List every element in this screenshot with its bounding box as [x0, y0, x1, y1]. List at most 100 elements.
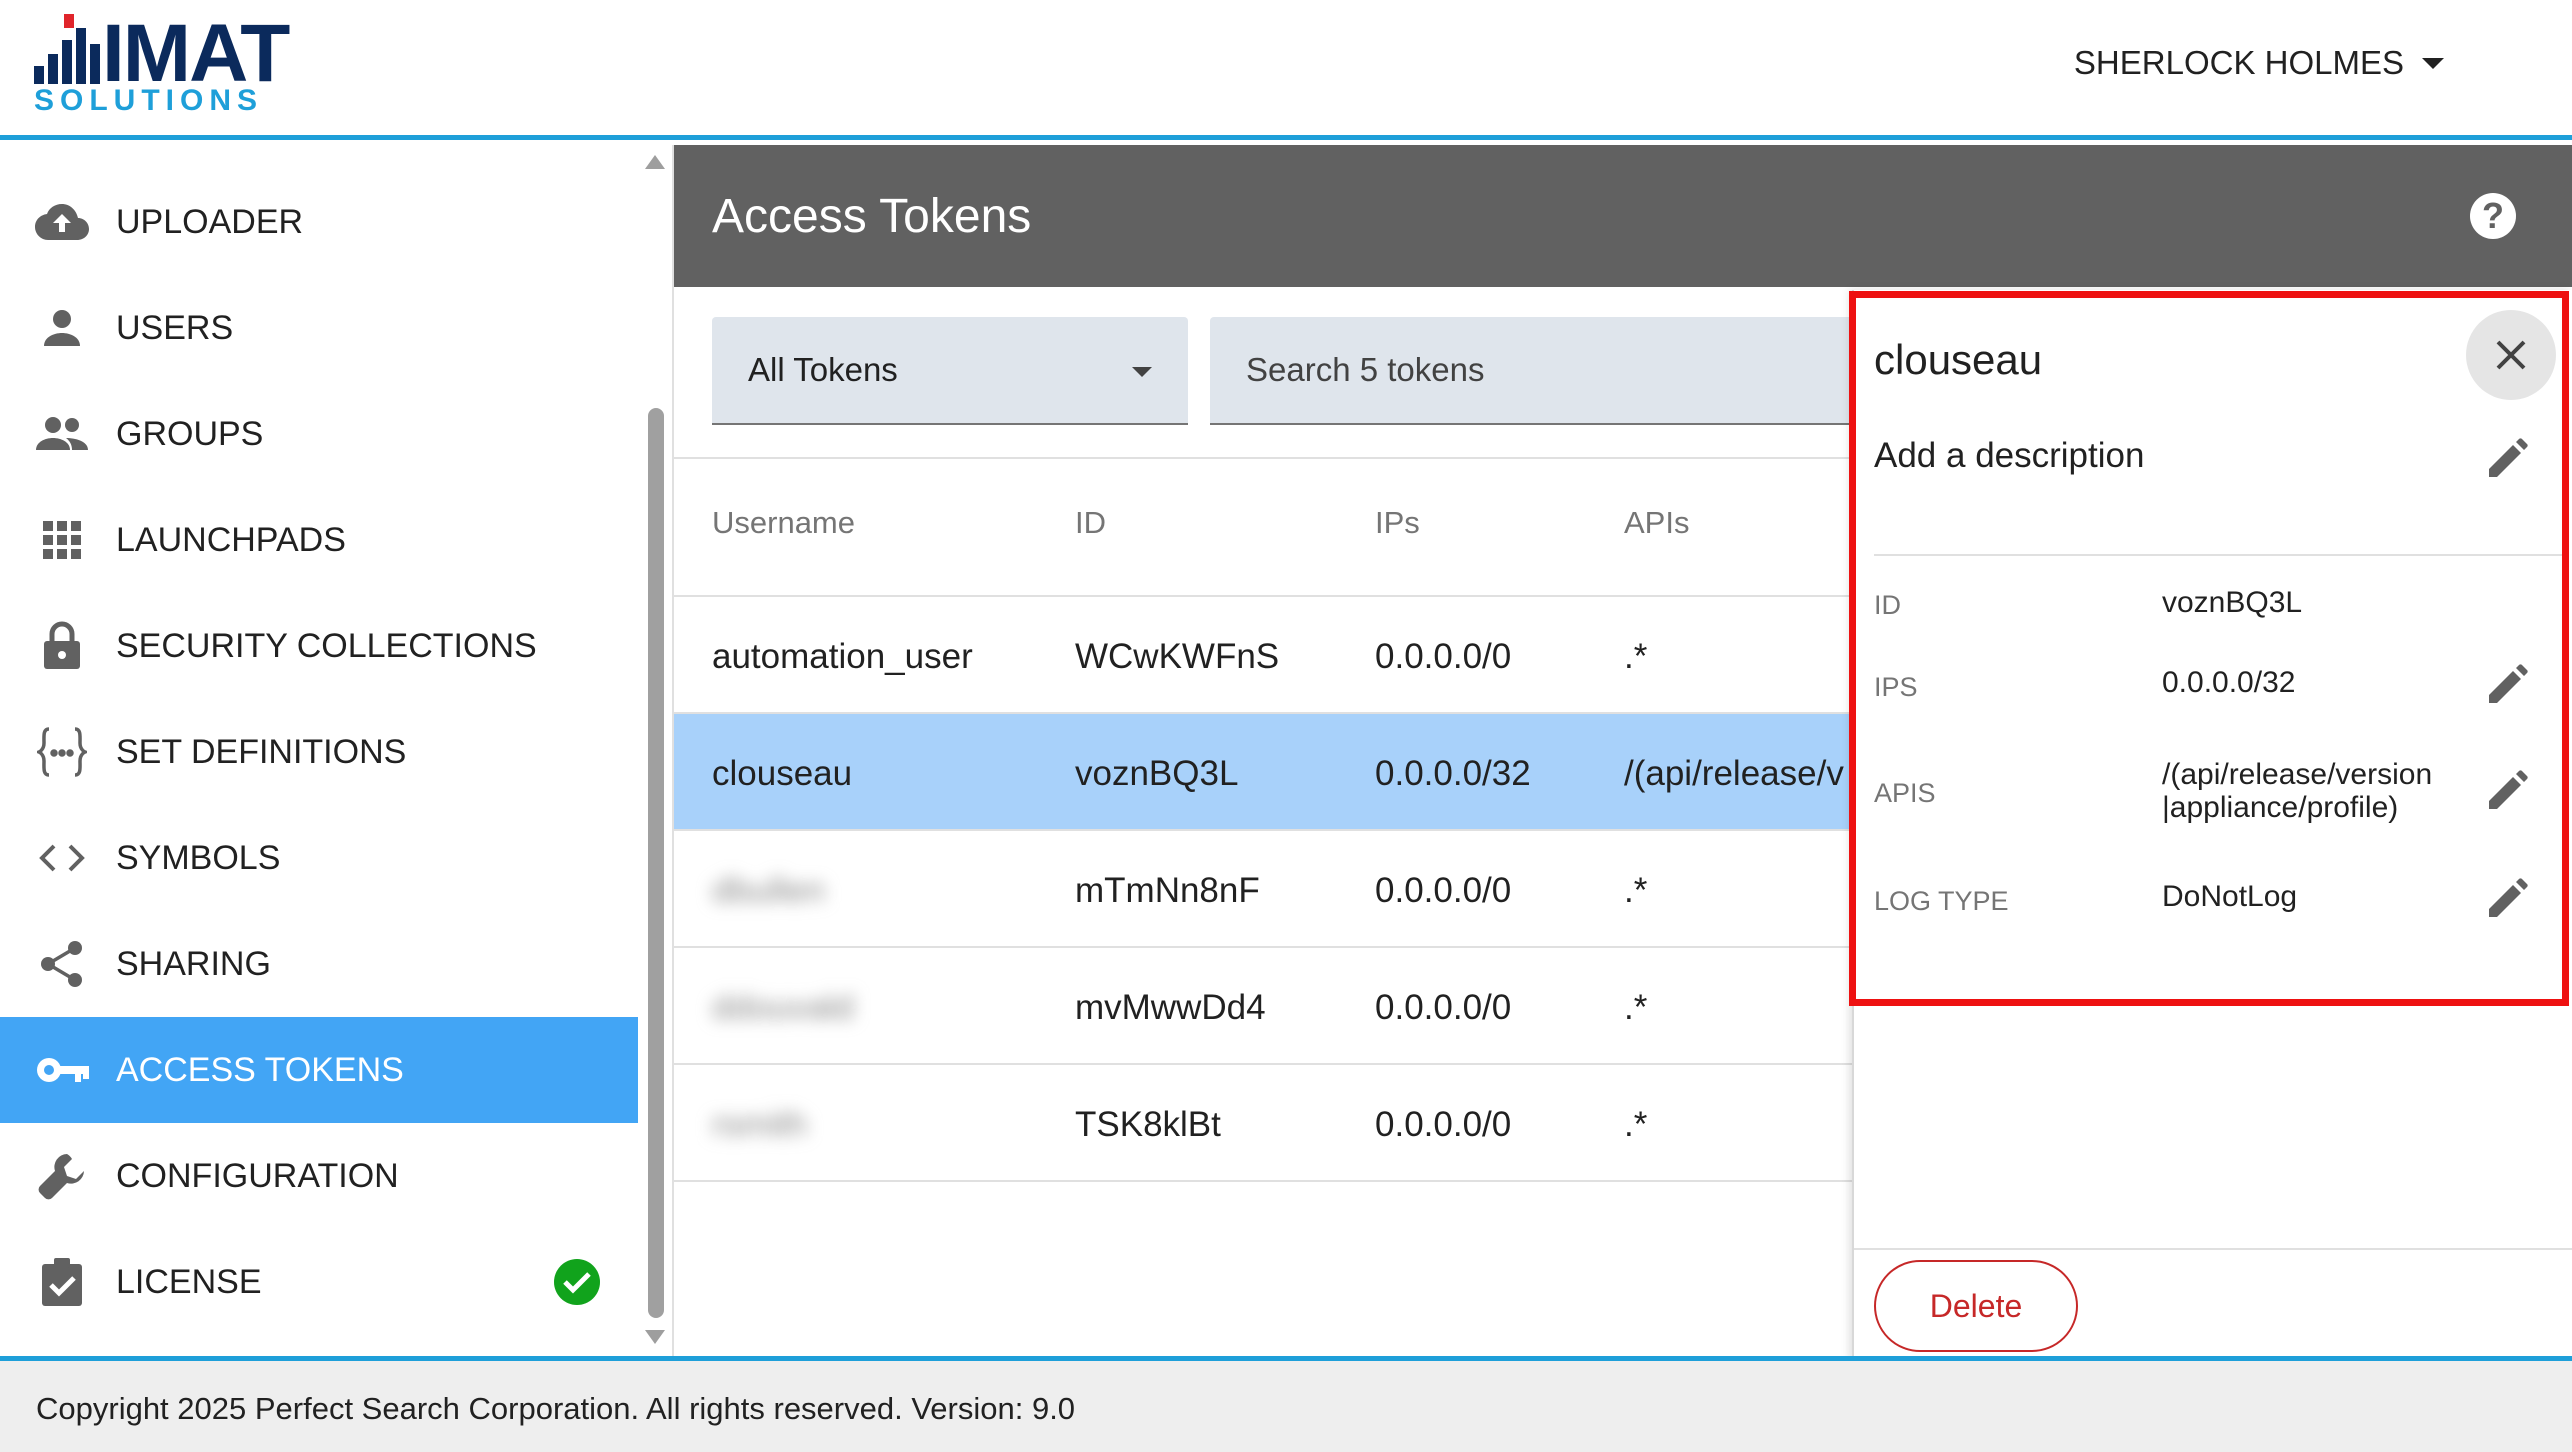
cell-ips: 0.0.0.0/0 [1375, 637, 1512, 676]
token-detail-panel: clouseau Add a description ID voznBQ3L I… [1852, 290, 2572, 1360]
sidebar-item-label: GROUPS [116, 414, 264, 453]
token-filter-select[interactable]: All Tokens [712, 317, 1188, 425]
page-title: Access Tokens [712, 190, 1032, 243]
braces-icon [34, 724, 90, 780]
cell-apis: .* [1624, 988, 1648, 1027]
scroll-down-arrow-icon[interactable] [645, 1330, 665, 1344]
cell-id: TSK8klBt [1075, 1105, 1221, 1144]
clipboard-check-icon [34, 1254, 90, 1310]
sidebar: UPLOADER USERS GROUPS LAUNCHPADS SECURIT… [0, 145, 672, 1360]
cell-ips: 0.0.0.0/32 [1375, 754, 1531, 793]
edit-ips-pencil-icon[interactable] [2484, 662, 2530, 708]
field-value-id: voznBQ3L [2162, 586, 2303, 619]
sidebar-item-label: SET DEFINITIONS [116, 732, 407, 771]
edit-apis-pencil-icon[interactable] [2484, 768, 2530, 814]
logo-sub-text: SOLUTIONS [34, 84, 264, 117]
caret-down-icon [2422, 57, 2444, 69]
caret-down-icon [1132, 367, 1152, 377]
sidebar-item-label: USERS [116, 308, 234, 347]
cell-ips: 0.0.0.0/0 [1375, 1105, 1512, 1144]
imat-logo[interactable]: IMAT SOLUTIONS [34, 8, 314, 117]
sidebar-item-set-definitions[interactable]: SET DEFINITIONS [0, 699, 638, 805]
field-label-log-type: LOG TYPE [1874, 886, 2009, 916]
sidebar-item-symbols[interactable]: SYMBOLS [0, 805, 638, 911]
panel-footer-divider [1854, 1248, 2572, 1250]
cell-ips: 0.0.0.0/0 [1375, 988, 1512, 1027]
grid-icon [34, 512, 90, 568]
logo-main-text: IMAT [102, 8, 290, 99]
detail-token-name: clouseau [1874, 336, 2043, 383]
sidebar-item-label: UPLOADER [116, 202, 304, 241]
sidebar-item-label: LAUNCHPADS [116, 520, 346, 559]
sidebar-item-label: CONFIGURATION [116, 1156, 399, 1195]
sidebar-item-label: SECURITY COLLECTIONS [116, 626, 537, 665]
cell-apis: .* [1624, 871, 1648, 910]
field-value-apis-line1: /(api/release/version [2162, 758, 2433, 791]
close-button[interactable] [2466, 310, 2556, 400]
scroll-up-arrow-icon[interactable] [645, 155, 665, 169]
cell-id: mTmNn8nF [1075, 871, 1260, 910]
field-value-ips: 0.0.0.0/32 [2162, 666, 2296, 699]
app-header: IMAT SOLUTIONS SHERLOCK HOLMES [0, 0, 2572, 140]
page-title-bar: Access Tokens ? [674, 145, 2572, 287]
cell-username-blurred: rsmith [712, 1105, 808, 1144]
field-value-apis-line2: |appliance/profile) [2162, 791, 2399, 824]
edit-log-type-pencil-icon[interactable] [2484, 876, 2530, 922]
sidebar-item-label: ACCESS TOKENS [116, 1050, 404, 1089]
user-menu[interactable]: SHERLOCK HOLMES [2074, 44, 2444, 82]
share-icon [34, 936, 90, 992]
sidebar-item-configuration[interactable]: CONFIGURATION [0, 1123, 638, 1229]
edit-description-pencil-icon[interactable] [2484, 436, 2530, 482]
cell-id: mvMwwDd4 [1075, 988, 1266, 1027]
column-header-apis[interactable]: APIs [1624, 505, 1689, 541]
sidebar-item-label: SYMBOLS [116, 838, 281, 877]
field-label-ips: IPS [1874, 672, 1918, 702]
code-icon [34, 830, 90, 886]
logo-red-accent [64, 14, 74, 28]
search-placeholder: Search 5 tokens [1246, 351, 1485, 388]
lock-icon [34, 618, 90, 674]
wrench-icon [34, 1148, 90, 1204]
cell-username: automation_user [712, 637, 973, 676]
cell-username-blurred: dbullen [712, 871, 825, 910]
cell-apis: /(api/release/v [1624, 754, 1844, 793]
column-header-ips[interactable]: IPs [1375, 505, 1420, 541]
user-name: SHERLOCK HOLMES [2073, 44, 2404, 81]
field-value-log-type: DoNotLog [2162, 880, 2298, 913]
sidebar-item-sharing[interactable]: SHARING [0, 911, 638, 1017]
sidebar-item-uploader[interactable]: UPLOADER [0, 169, 638, 275]
logo-bars [34, 20, 104, 84]
field-label-apis: APIS [1874, 778, 1936, 808]
check-circle-icon [554, 1259, 600, 1305]
cell-ips: 0.0.0.0/0 [1375, 871, 1512, 910]
person-icon [34, 300, 90, 356]
detail-divider [1874, 554, 2564, 556]
sidebar-item-access-tokens[interactable]: ACCESS TOKENS [0, 1017, 638, 1123]
column-header-id[interactable]: ID [1075, 505, 1106, 541]
sidebar-item-security-collections[interactable]: SECURITY COLLECTIONS [0, 593, 638, 699]
sidebar-item-groups[interactable]: GROUPS [0, 381, 638, 487]
close-icon [2496, 340, 2526, 370]
people-icon [34, 406, 90, 462]
field-label-id: ID [1874, 590, 1901, 620]
delete-button[interactable]: Delete [1874, 1260, 2078, 1352]
app-footer: Copyright 2025 Perfect Search Corporatio… [0, 1356, 2572, 1452]
help-icon[interactable]: ? [2470, 193, 2516, 239]
token-filter-value: All Tokens [748, 351, 898, 388]
sidebar-scroll-thumb[interactable] [648, 408, 664, 1318]
sidebar-item-license[interactable]: LICENSE [0, 1229, 638, 1335]
cell-id: WCwKWFnS [1075, 637, 1280, 676]
sidebar-item-label: SHARING [116, 944, 271, 983]
cell-id: voznBQ3L [1075, 754, 1239, 793]
cell-username: clouseau [712, 754, 853, 793]
add-description-link[interactable]: Add a description [1874, 436, 2144, 476]
cloud-upload-icon [34, 194, 90, 250]
sidebar-item-users[interactable]: USERS [0, 275, 638, 381]
sidebar-item-label: LICENSE [116, 1262, 262, 1301]
cell-username-blurred: ddouvald [712, 988, 855, 1027]
cell-apis: .* [1624, 1105, 1648, 1144]
copyright-text: Copyright 2025 Perfect Search Corporatio… [36, 1391, 1076, 1426]
column-header-username[interactable]: Username [712, 505, 855, 541]
sidebar-item-launchpads[interactable]: LAUNCHPADS [0, 487, 638, 593]
field-value-apis: /(api/release/version |appliance/profile… [2162, 758, 2432, 824]
